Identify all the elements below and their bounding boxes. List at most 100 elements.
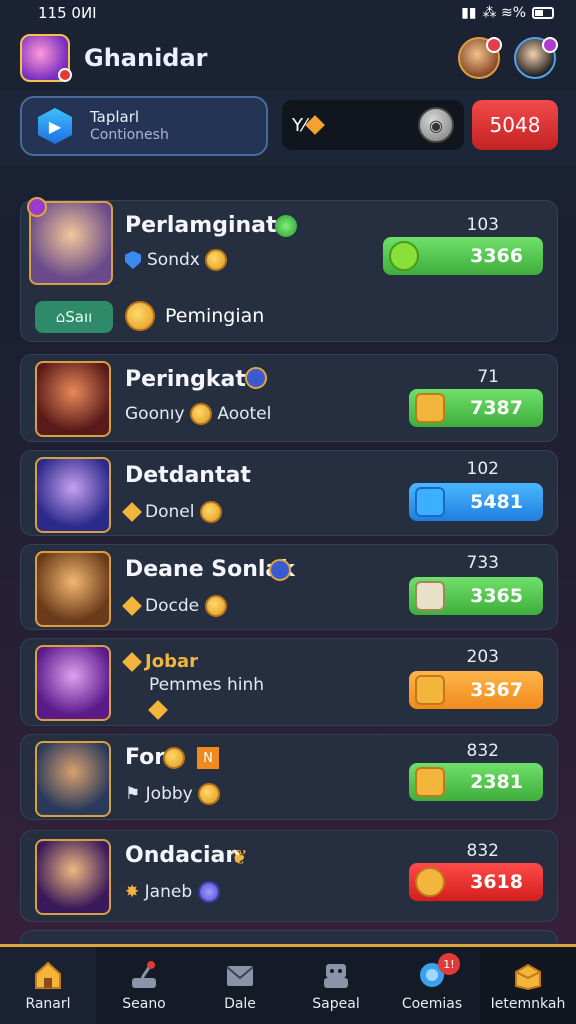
- hero-portrait: [35, 741, 111, 817]
- nav-label: Coemias: [401, 995, 463, 1012]
- bottom-nav: Ranarl Seano Dale Sapeal 1! Coemias Iete…: [0, 944, 576, 1024]
- green-gem-icon: [275, 215, 297, 237]
- gem-icon: [122, 652, 142, 672]
- item-value: 5481: [470, 491, 523, 513]
- home-icon: [35, 961, 61, 989]
- list-item[interactable]: Perlamginat Sondx 103 3366 ⌂ Saıı Peming…: [20, 197, 558, 342]
- item-rank: 733: [466, 553, 499, 573]
- nav-label: Ranarl: [25, 995, 71, 1012]
- item-sub-label: Donel: [145, 502, 195, 522]
- item-sub-label: Pemmes hinh: [149, 675, 264, 695]
- gear-icon: ✸: [125, 882, 145, 902]
- item-value: 2381: [470, 771, 523, 793]
- nav-play[interactable]: Seano: [96, 947, 192, 1024]
- gem-icon: [122, 596, 142, 616]
- coin-icon: [198, 783, 221, 805]
- coin-icon: [197, 881, 220, 903]
- list-item[interactable]: For N ⚑ Jobby 832 2381: [20, 734, 558, 820]
- nav-label: Dale: [224, 995, 256, 1012]
- gem-icon: [415, 867, 445, 897]
- item-sub-label: Goonıy: [125, 404, 185, 424]
- list-item[interactable]: Ondacian ❦ ✸ Janeb 832 3618: [20, 830, 558, 922]
- item-value: 3367: [470, 679, 523, 701]
- coin-icon: [199, 501, 222, 523]
- status-icons: ▮▮ ⁂ ≋%: [461, 5, 554, 21]
- list-item[interactable]: Deane Sonlak Docde 733 3365: [20, 544, 558, 630]
- value-pill[interactable]: 3365: [409, 577, 543, 615]
- page-title: Ghanidar: [84, 44, 208, 72]
- info-badge-icon: [269, 559, 291, 581]
- profile-subtitle: Contionesh: [90, 127, 169, 143]
- item-name-row: Jobar: [122, 651, 198, 672]
- item-name: Detdantat: [125, 463, 251, 488]
- item-rank: 71: [477, 367, 499, 387]
- flag-icon: ⚑: [125, 784, 146, 804]
- value-pill[interactable]: 3366: [383, 237, 543, 275]
- list-item[interactable]: Peringkat Goonıy Aootel 71 7387: [20, 354, 558, 442]
- shop-button[interactable]: ⌂ Saıı: [35, 301, 113, 333]
- value-pill[interactable]: 2381: [409, 763, 543, 801]
- gem-icon: [305, 115, 325, 135]
- player-avatar[interactable]: [514, 37, 558, 79]
- coin-icon: [204, 595, 227, 617]
- value-pill[interactable]: 7387: [409, 389, 543, 427]
- hero-portrait: [35, 645, 111, 721]
- item-sub-label: Sondx: [147, 250, 200, 270]
- list-item[interactable]: Detdantat Donel 102 5481: [20, 450, 558, 536]
- nav-inventory[interactable]: Ietemnkah: [480, 947, 576, 1024]
- value-pill[interactable]: 3367: [409, 671, 543, 709]
- value-pill[interactable]: 5481: [409, 483, 543, 521]
- profile-name: Taplarl: [90, 108, 140, 126]
- coin-button[interactable]: ◉: [418, 107, 454, 143]
- coin-icon: [163, 747, 185, 769]
- currency-box[interactable]: Y⁄ ◉: [282, 100, 464, 150]
- nav-social[interactable]: Sapeal: [288, 947, 384, 1024]
- chest-icon: [415, 675, 445, 705]
- sword-badge-icon: [245, 367, 267, 389]
- avatar-badge-icon: [542, 37, 558, 53]
- nav-label: Sapeal: [312, 995, 360, 1012]
- avatar-badge-icon: [486, 37, 502, 53]
- notification-dot: [58, 68, 72, 82]
- hex-rank-icon: ▶: [38, 108, 72, 144]
- app-logo-icon[interactable]: [20, 34, 72, 82]
- item-name: Ondacian: [125, 843, 242, 868]
- wifi-icon: ⁂ ≋%: [482, 5, 526, 21]
- item-rank: 103: [466, 215, 499, 235]
- nav-home[interactable]: Ranarl: [0, 947, 96, 1024]
- card-icon: [415, 581, 445, 611]
- hero-portrait: [35, 457, 111, 533]
- coin-icon: [205, 249, 228, 271]
- nav-mail[interactable]: Dale: [192, 947, 288, 1024]
- signal-icon: ▮▮: [461, 5, 477, 21]
- status-bar: 115 0ИI ▮▮ ⁂ ≋%: [0, 0, 576, 26]
- n-badge-icon: N: [197, 747, 219, 769]
- coin-bag-icon: [389, 241, 419, 271]
- list-item[interactable]: Jobar Pemmes hinh 203 3367: [20, 638, 558, 726]
- mail-icon: [226, 965, 254, 986]
- item-rank: 832: [466, 841, 499, 861]
- score-button[interactable]: 5048: [472, 100, 558, 150]
- item-rank: 203: [466, 647, 499, 667]
- shop-button-label: Saıı: [65, 308, 93, 326]
- purple-badge-icon: [27, 197, 47, 217]
- battery-icon: [532, 7, 554, 19]
- item-value: 3618: [470, 871, 523, 893]
- value-pill[interactable]: 3618: [409, 863, 543, 901]
- nav-label: Ietemnkah: [490, 995, 566, 1012]
- item-sub-label: Janeb: [144, 882, 193, 902]
- item-sub: Donel: [122, 501, 222, 523]
- gem-icon: [148, 700, 168, 720]
- item-sub: Sondx: [125, 249, 228, 271]
- list-item-partial: [20, 930, 558, 944]
- item-sub-label: Docde: [145, 596, 200, 616]
- box-icon: [415, 487, 445, 517]
- hero-portrait: [35, 361, 111, 437]
- nav-community[interactable]: 1! Coemias: [384, 947, 480, 1024]
- item-sub: ⚑ Jobby: [125, 783, 221, 805]
- friend-avatar[interactable]: [458, 37, 502, 79]
- item-sub-label: Jobby: [145, 784, 193, 804]
- item-name: Perlamginat: [125, 213, 277, 238]
- item-sub: ✸ Janeb: [125, 881, 220, 903]
- profile-card[interactable]: ▶ Taplarl Contionesh: [20, 96, 268, 156]
